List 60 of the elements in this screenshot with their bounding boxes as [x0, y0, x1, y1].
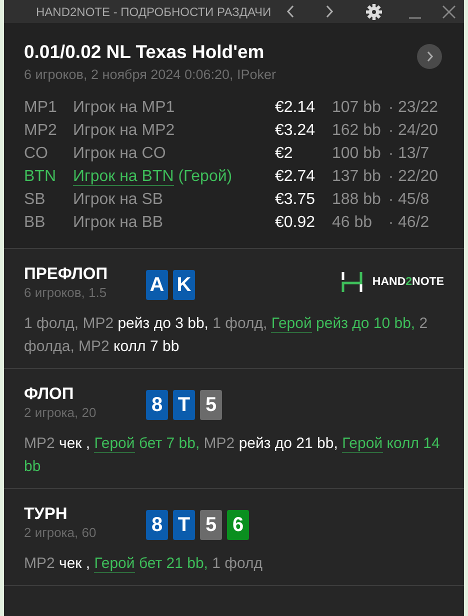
game-title: 0.01/0.02 NL Texas Hold'em [24, 41, 266, 63]
action-line: 1 фолд, MP2 рейз до 3 bb, 1 фолд, Герой рейз до 10 bb, 2 фолда, MP2 колл 7 bb [24, 314, 429, 357]
player-stats: 22/20 [398, 168, 438, 184]
action-line: MP2 чек , Герой бет 21 bb, 1 фолд [24, 554, 264, 575]
playing-card: 5 [200, 390, 222, 420]
street-info: 2 игрока, 20 [24, 405, 98, 420]
player-position: BTN [24, 165, 73, 188]
playing-card: T [173, 390, 195, 420]
forward-icon[interactable] [326, 5, 334, 18]
stack-bb: 100 bb [332, 144, 381, 162]
player-name: Игрок на MP1 [73, 98, 175, 116]
playing-card: 8 [146, 510, 168, 540]
player-position: CO [24, 144, 49, 164]
settings-icon[interactable] [366, 4, 382, 20]
hero-tag: (Герой) [178, 168, 232, 184]
player-stack: €3.24 [275, 122, 316, 138]
chevron-right-icon [426, 51, 434, 62]
street-title: ПРЕФЛОП [24, 265, 109, 284]
playing-card: 5 [200, 510, 222, 540]
player-name: Игрок на CO [73, 144, 166, 162]
logo-icon [341, 271, 364, 293]
next-button[interactable] [417, 44, 442, 69]
street-info: 2 игрока, 60 [24, 525, 98, 540]
player-stats: 23/22 [398, 98, 438, 116]
player-name: Игрок на SB [73, 190, 164, 208]
playing-card: 8 [146, 390, 168, 420]
close-icon[interactable] [442, 4, 456, 18]
player-position: MP1 [24, 98, 58, 118]
player-stack: €2.74 [275, 168, 316, 184]
street-info: 6 игроков, 1.5 [24, 285, 108, 300]
street-title: ФЛОП [24, 385, 75, 404]
playing-card: 6 [227, 510, 249, 540]
player-stats: 45/8 [398, 190, 430, 208]
stack-bb: 162 bb [332, 122, 381, 138]
stack-bb: 188 bb [332, 190, 381, 208]
player-stack: €3.75 [275, 190, 316, 208]
back-icon[interactable] [286, 5, 294, 18]
player-name: Игрок на MP2 [73, 122, 175, 138]
playing-card: T [173, 510, 195, 540]
stack-bb: 46 bb [332, 214, 372, 230]
hand-info: 6 игроков, 2 ноября 2024 0:06:20, IPoker [24, 67, 278, 82]
stack-bb: 107 bb [332, 98, 381, 116]
player-stats: 46/2 [398, 214, 430, 230]
playing-card: A [146, 270, 168, 300]
player-name: Игрок на BB [73, 214, 164, 230]
player-stack: €0.92 [275, 214, 316, 230]
stack-bb: 137 bb [332, 168, 381, 184]
player-name[interactable]: Игрок на BTN [73, 168, 174, 186]
player-position: MP2 [24, 120, 58, 140]
street-title: ТУРН [24, 505, 68, 524]
action-line: MP2 чек , Герой бет 7 bb, MP2 рейз до 21 bb, Герой колл 14 bb [24, 434, 441, 477]
playing-card: K [173, 270, 195, 300]
player-position: SB [24, 190, 46, 210]
player-stats: 24/20 [398, 122, 438, 138]
player-position: BB [24, 212, 46, 232]
player-stats: 13/7 [398, 144, 430, 162]
logo-text: HAND2NOTE [372, 276, 444, 288]
window-title: HAND2NOTE - ПОДРОБНОСТИ РАЗДАЧИ [36, 4, 272, 18]
player-stack: €2.14 [275, 98, 316, 116]
player-stack: €2 [275, 144, 293, 162]
